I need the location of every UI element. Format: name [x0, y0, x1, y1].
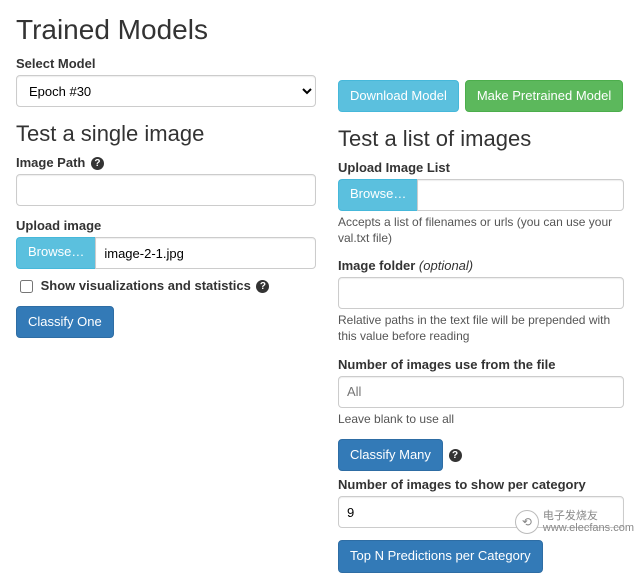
num-images-help: Leave blank to use all — [338, 412, 624, 428]
upload-list-help: Accepts a list of filenames or urls (you… — [338, 215, 624, 246]
select-model-label: Select Model — [16, 56, 316, 71]
browse-button-list[interactable]: Browse… — [338, 179, 417, 211]
page-title: Trained Models — [16, 14, 624, 46]
make-pretrained-button[interactable]: Make Pretrained Model — [465, 80, 623, 112]
num-images-input[interactable] — [338, 376, 624, 408]
help-icon: ? — [256, 280, 269, 293]
num-per-cat-label: Number of images to show per category — [338, 477, 624, 492]
upload-image-label: Upload image — [16, 218, 316, 233]
help-icon: ? — [91, 157, 104, 170]
select-model-dropdown[interactable]: Epoch #30 — [16, 75, 316, 107]
single-heading: Test a single image — [16, 121, 316, 147]
show-visualizations-label: Show visualizations and statistics — [41, 278, 251, 293]
upload-filename-field[interactable] — [95, 237, 316, 269]
show-visualizations-checkbox[interactable] — [20, 280, 33, 293]
image-path-input[interactable] — [16, 174, 316, 206]
image-folder-label: Image folder (optional) — [338, 258, 624, 273]
download-model-button[interactable]: Download Model — [338, 80, 459, 112]
upload-list-field[interactable] — [417, 179, 624, 211]
image-path-label: Image Path ? — [16, 155, 316, 170]
num-images-label: Number of images use from the file — [338, 357, 624, 372]
upload-list-label: Upload Image List — [338, 160, 624, 175]
classify-many-button[interactable]: Classify Many — [338, 439, 443, 471]
browse-button-single[interactable]: Browse… — [16, 237, 95, 269]
help-icon: ? — [449, 449, 462, 462]
top-n-button[interactable]: Top N Predictions per Category — [338, 540, 543, 572]
list-heading: Test a list of images — [338, 126, 624, 152]
classify-one-button[interactable]: Classify One — [16, 306, 114, 338]
image-folder-help: Relative paths in the text file will be … — [338, 313, 624, 344]
num-per-cat-input[interactable] — [338, 496, 624, 528]
image-folder-input[interactable] — [338, 277, 624, 309]
